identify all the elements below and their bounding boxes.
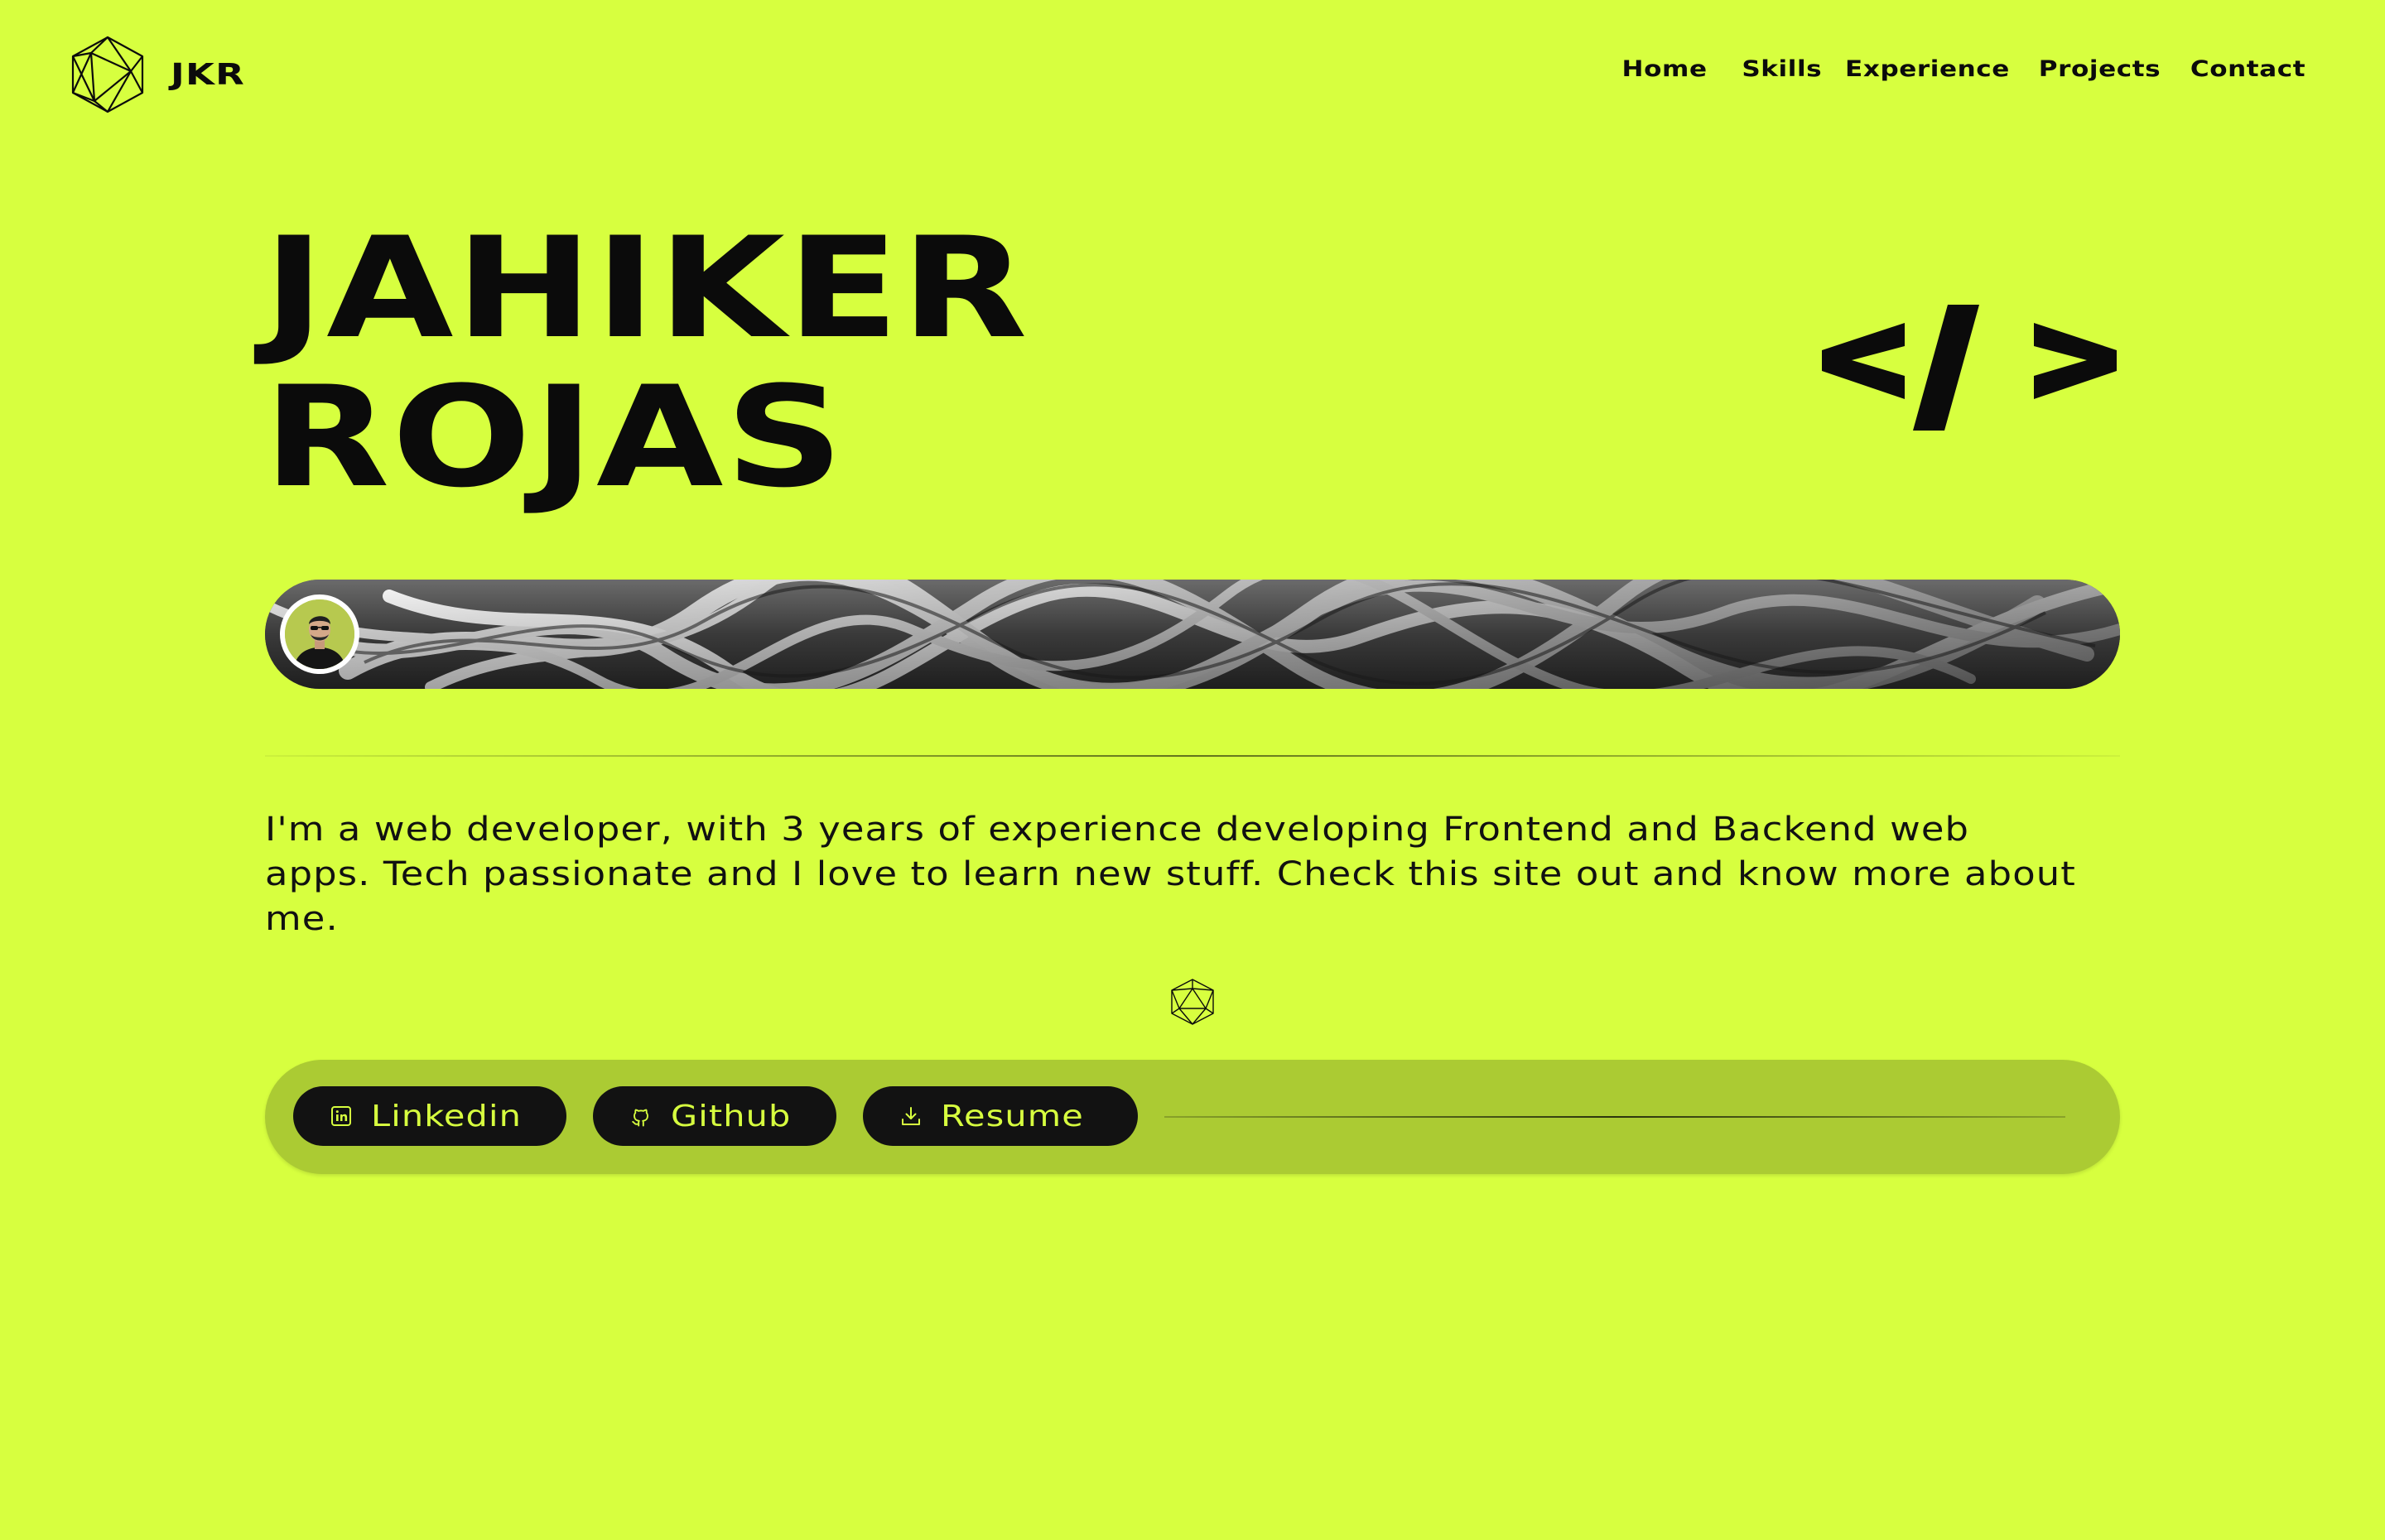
main-nav: Home Skills Experience Projects Contact bbox=[1588, 56, 2306, 82]
abstract-3d-waves-image bbox=[265, 580, 2120, 689]
social-links-bar: Linkedin Github Resume bbox=[265, 1060, 2120, 1174]
brand-link[interactable]: JKR bbox=[66, 35, 244, 114]
small-polyhedron-icon bbox=[1171, 979, 1214, 1025]
linkedin-label: Linkedin bbox=[371, 1099, 523, 1133]
nav-link-home[interactable]: Home bbox=[1621, 56, 1707, 82]
hero-title: JAHIKER ROJAS bbox=[263, 214, 1029, 512]
nav-link-contact[interactable]: Contact bbox=[2190, 56, 2306, 82]
download-icon bbox=[902, 1107, 920, 1125]
brand-name: JKR bbox=[171, 57, 246, 92]
nav-link-projects[interactable]: Projects bbox=[2038, 56, 2160, 82]
profile-avatar bbox=[280, 594, 359, 674]
hero-first-name: JAHIKER bbox=[263, 207, 1030, 369]
resume-download-button[interactable]: Resume bbox=[863, 1086, 1138, 1146]
section-divider bbox=[265, 755, 2120, 757]
github-label: Github bbox=[671, 1099, 792, 1133]
nav-link-experience[interactable]: Experience bbox=[1845, 56, 2010, 82]
hero-last-name: ROJAS bbox=[263, 356, 846, 518]
nav-link-skills[interactable]: Skills bbox=[1742, 56, 1822, 82]
bio-text: I'm a web developer, with 3 years of exp… bbox=[265, 811, 2076, 938]
polyhedron-logo-icon bbox=[71, 36, 144, 113]
resume-label: Resume bbox=[941, 1099, 1084, 1133]
code-brackets-icon bbox=[1822, 305, 2117, 431]
linkedin-button[interactable]: Linkedin bbox=[293, 1086, 566, 1146]
linkedin-icon bbox=[331, 1106, 351, 1126]
links-bar-divider bbox=[1164, 1116, 2065, 1118]
github-icon bbox=[632, 1109, 648, 1127]
site-header: JKR Home Skills Experience Projects Cont… bbox=[0, 0, 2385, 145]
github-button[interactable]: Github bbox=[593, 1086, 836, 1146]
